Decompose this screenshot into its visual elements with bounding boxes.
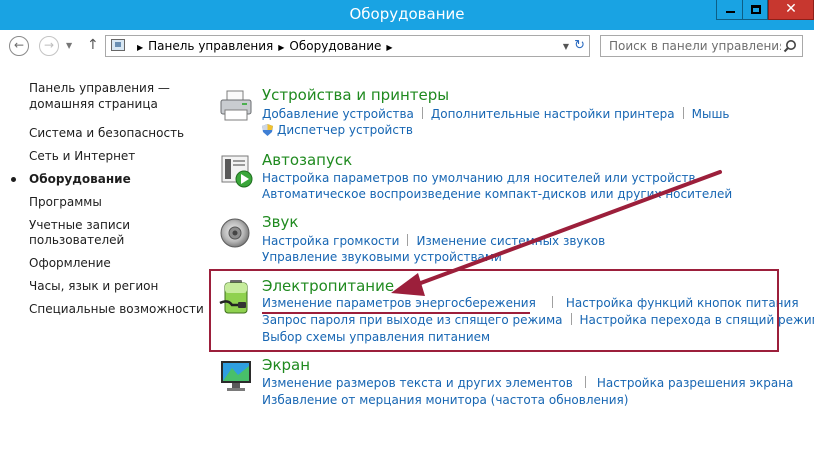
link-divider	[682, 107, 684, 119]
breadcrumb-separator[interactable]: ▶	[278, 43, 284, 52]
monitor-icon[interactable]	[218, 358, 254, 394]
annotation-underline	[262, 312, 530, 314]
recent-locations-dropdown[interactable]: ▼	[66, 41, 72, 50]
annotation-highlight-box	[209, 269, 779, 352]
category-title-devices-printers[interactable]: Устройства и принтеры	[262, 86, 449, 104]
breadcrumb-separator[interactable]: ▶	[386, 43, 392, 52]
category-title-sound[interactable]: Звук	[262, 213, 298, 231]
sidebar-item-programs[interactable]: Программы	[29, 195, 204, 210]
link-row: Диспетчер устройств	[262, 123, 413, 137]
minimize-icon	[726, 11, 735, 13]
maximize-icon	[751, 5, 761, 14]
link-mouse[interactable]: Мышь	[692, 107, 730, 121]
breadcrumb-hardware[interactable]: Оборудование	[289, 39, 381, 53]
maximize-button[interactable]	[742, 0, 768, 20]
link-refresh-rate[interactable]: Избавление от мерцания монитора (частота…	[262, 393, 628, 407]
up-button[interactable]: ↑	[87, 37, 99, 53]
link-row: Настройка параметров по умолчанию для но…	[262, 171, 696, 185]
sidebar-item-user-accounts[interactable]: Учетные записи пользователей	[29, 218, 139, 248]
sidebar-item-home[interactable]: Панель управления — домашняя страница	[29, 80, 179, 112]
link-row: Настройка громкости Изменение системных з…	[262, 234, 605, 248]
search-box[interactable]	[600, 35, 803, 57]
category-display: Экран Изменение размеров текста и других…	[215, 356, 795, 411]
minimize-button[interactable]	[716, 0, 742, 20]
sidebar-item-system-security[interactable]: Система и безопасность	[29, 126, 204, 141]
breadcrumb-control-panel[interactable]: Панель управления	[148, 39, 273, 53]
link-system-sounds[interactable]: Изменение системных звуков	[416, 234, 605, 248]
link-screen-resolution[interactable]: Настройка разрешения экрана	[597, 376, 794, 390]
sidebar-item-clock-region[interactable]: Часы, язык и регион	[29, 279, 204, 294]
printer-icon[interactable]	[218, 88, 254, 124]
category-title-autoplay[interactable]: Автозапуск	[262, 151, 352, 169]
sidebar-item-accessibility[interactable]: Специальные возможности	[29, 302, 204, 317]
window-title: Оборудование	[349, 5, 465, 23]
back-button[interactable]: ←	[9, 36, 29, 56]
sidebar-item-network[interactable]: Сеть и Интернет	[29, 149, 204, 164]
breadcrumb-separator[interactable]: ▶	[137, 43, 143, 52]
shield-icon	[262, 124, 273, 136]
category-sound: Звук Настройка громкости Изменение систем…	[215, 213, 795, 264]
title-bar: Оборудование ✕	[0, 0, 814, 30]
breadcrumb: ▶ Панель управления ▶ Оборудование ▶	[132, 39, 398, 53]
link-row: Изменение размеров текста и других элеме…	[262, 376, 793, 390]
category-autoplay: Автозапуск Настройка параметров по умолч…	[215, 151, 795, 201]
search-icon[interactable]	[783, 39, 797, 53]
control-panel-icon	[111, 39, 125, 51]
link-row: Автоматическое воспроизведение компакт-д…	[262, 187, 732, 201]
speaker-icon[interactable]	[218, 215, 254, 251]
link-divider	[421, 107, 423, 119]
address-bar[interactable]: ▶ Панель управления ▶ Оборудование ▶ ▼ ↻	[105, 35, 590, 57]
autoplay-icon[interactable]	[218, 153, 254, 189]
link-divider	[407, 234, 409, 246]
close-icon: ✕	[785, 1, 797, 17]
refresh-icon[interactable]: ↻	[574, 38, 585, 53]
search-input[interactable]	[601, 36, 781, 56]
sidebar-item-hardware[interactable]: Оборудование	[11, 172, 204, 187]
address-history-dropdown[interactable]: ▼	[563, 42, 569, 51]
link-divider	[584, 376, 586, 388]
link-autoplay-cds[interactable]: Автоматическое воспроизведение компакт-д…	[262, 187, 732, 201]
link-audio-devices[interactable]: Управление звуковыми устройствами	[262, 250, 502, 264]
navigation-bar: ← → ▼ ↑ ▶ Панель управления ▶ Оборудование ▶…	[0, 30, 814, 62]
category-title-display[interactable]: Экран	[262, 356, 310, 374]
forward-button[interactable]: →	[39, 36, 59, 56]
link-text-size[interactable]: Изменение размеров текста и других элеме…	[262, 376, 573, 390]
link-row: Избавление от мерцания монитора (частота…	[262, 393, 628, 407]
link-autoplay-defaults[interactable]: Настройка параметров по умолчанию для но…	[262, 171, 696, 185]
link-row: Управление звуковыми устройствами	[262, 250, 502, 264]
sidebar-item-appearance[interactable]: Оформление	[29, 256, 204, 271]
link-row: Добавление устройства Дополнительные наст…	[262, 107, 730, 121]
link-device-manager[interactable]: Диспетчер устройств	[277, 123, 413, 137]
category-devices-printers: Устройства и принтеры Добавление устройс…	[215, 86, 795, 146]
link-printer-settings[interactable]: Дополнительные настройки принтера	[431, 107, 675, 121]
close-button[interactable]: ✕	[768, 0, 814, 20]
sidebar: Панель управления — домашняя страница Си…	[11, 80, 204, 325]
link-add-device[interactable]: Добавление устройства	[262, 107, 414, 121]
link-adjust-volume[interactable]: Настройка громкости	[262, 234, 399, 248]
